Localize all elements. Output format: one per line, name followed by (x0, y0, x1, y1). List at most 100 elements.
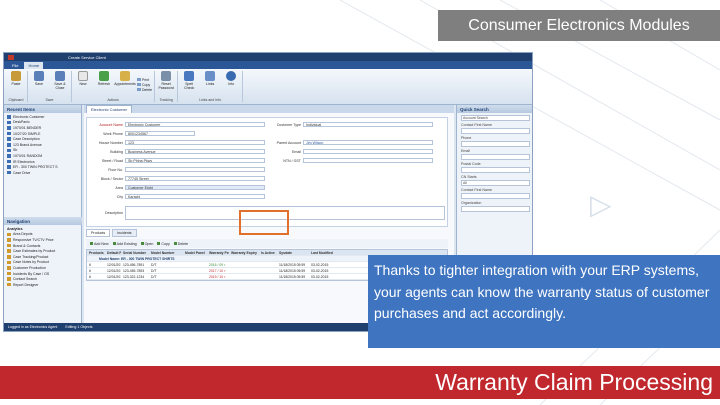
ribbon-group-tracking: Reset Password Tracking (157, 71, 179, 102)
delete-button[interactable]: Delete (174, 242, 188, 246)
search-input[interactable] (461, 128, 530, 134)
building-field[interactable]: Business Avenue (125, 149, 265, 154)
search-input[interactable] (461, 167, 530, 173)
report-icon (7, 266, 11, 270)
table-cell: 11/18/2015 05:59 (279, 262, 306, 267)
column-header[interactable]: Products (87, 251, 105, 255)
column-header[interactable]: Model Panel (183, 251, 207, 255)
recent-item[interactable]: Case Drive (7, 170, 78, 176)
ribbon-group-save: Save Save & Close Save (30, 71, 72, 102)
chevron-right-icon: ▷ (590, 189, 612, 220)
table-cell: 03-02-2015 (311, 268, 329, 273)
print-button[interactable]: Print (137, 78, 152, 82)
report-icon (7, 282, 11, 287)
nav-item[interactable]: Report Designer (7, 282, 79, 288)
work-phone-row: Work Phone 8001234567 (89, 131, 195, 136)
new-button[interactable]: New (74, 71, 92, 98)
record-icon (7, 159, 11, 164)
appointments-button[interactable]: Appointments (114, 71, 136, 98)
open-button[interactable]: Open (141, 242, 154, 246)
copy-button[interactable]: Copy (137, 83, 152, 87)
floor-row: Floor No. (89, 167, 265, 172)
tab-electronic-customer[interactable]: Electronic Customer (86, 105, 133, 113)
customer-type-select[interactable]: Individual (303, 122, 433, 127)
account-name-row: Account Name Electronic Customer (89, 122, 265, 127)
field-label: Work Phone (103, 131, 123, 136)
info-button[interactable]: Info (222, 71, 240, 98)
area-field[interactable]: Customer Eight (125, 185, 265, 190)
delete-button[interactable]: Delete (137, 88, 152, 92)
column-header[interactable]: Sysdate (277, 251, 309, 255)
table-cell: 03-02-2015 (311, 262, 329, 267)
record-icon (7, 126, 11, 130)
search-input[interactable] (461, 141, 530, 147)
callout-box: Thanks to tighter integration with your … (368, 255, 720, 348)
table-cell: D/T (151, 262, 157, 267)
table-cell: 12/01/2015 (107, 262, 121, 267)
field-label: NTN / GST (283, 158, 301, 163)
search-input[interactable] (461, 193, 530, 199)
app-title: Create Service Client (68, 54, 106, 60)
floor-field[interactable] (125, 167, 265, 172)
ribbon-tabs: File Home (4, 61, 532, 69)
document-tabs: Electronic Customer (84, 105, 454, 113)
field-label: Area (115, 185, 123, 190)
save-close-icon (55, 71, 65, 81)
column-header[interactable]: Is Active (259, 251, 277, 255)
record-icon (7, 148, 11, 153)
tab-file[interactable]: File (8, 62, 23, 69)
column-header[interactable]: Warranty Period (207, 251, 229, 255)
products-toolbar: Add New Add Existing Open Copy Delete (86, 239, 448, 248)
add-existing-button[interactable]: Add Existing (113, 242, 137, 246)
column-header[interactable]: Serial Number (121, 251, 149, 255)
table-cell: 123-456-7891 (123, 262, 145, 267)
work-phone-field[interactable]: 8001234567 (125, 131, 195, 136)
column-header[interactable]: Model Number (149, 251, 183, 255)
link-icon (205, 71, 216, 81)
column-header[interactable]: Warranty Expiry (229, 251, 259, 255)
block-field[interactable]: 77745 Street (125, 176, 265, 181)
info-icon (226, 71, 237, 81)
banner-title: Consumer Electronics Modules (438, 10, 720, 41)
reset-password-button[interactable]: Reset Password (157, 71, 175, 98)
links-button[interactable]: Links (201, 71, 219, 98)
save-button[interactable]: Save (30, 71, 48, 98)
field-label: Phone (461, 136, 472, 140)
add-new-button[interactable]: Add New (90, 242, 109, 246)
city-field[interactable]: Karachi (125, 194, 265, 199)
email-field[interactable] (303, 149, 433, 154)
street-field[interactable]: Sb Phina Pkwy (125, 158, 265, 163)
ribbon-group-label: Actions (107, 98, 119, 102)
copy-button[interactable]: Copy (157, 242, 169, 246)
tab-home[interactable]: Home (24, 62, 44, 69)
field-label: City (116, 194, 123, 199)
status-editing: Editing 1 Objects (65, 325, 93, 329)
navigation-header: Navigation (4, 217, 82, 225)
vat-field[interactable] (303, 158, 433, 163)
record-icon (7, 120, 11, 125)
refresh-button[interactable]: Refresh (95, 71, 113, 98)
tab-products[interactable]: Products (86, 229, 111, 237)
column-header[interactable]: Last Modified (309, 251, 339, 255)
record-icon (7, 137, 11, 141)
record-icon (7, 165, 11, 169)
email-row: Email (267, 149, 433, 154)
spell-check-button[interactable]: Spell Check (180, 71, 198, 98)
app-logo-icon (8, 54, 14, 60)
calendar-icon (120, 71, 130, 81)
house-number-field[interactable]: 123 (125, 140, 265, 145)
key-icon (161, 71, 172, 81)
ribbon-group-actions: New Refresh Appointments Print Copy Dele… (74, 71, 156, 102)
ribbon-group-label: Save (45, 98, 54, 102)
paste-button[interactable]: Paste (7, 71, 25, 98)
search-select[interactable]: All (461, 180, 530, 186)
parent-account-link[interactable]: Jim Wilson (303, 140, 433, 145)
tab-incidents[interactable]: Incidents (112, 229, 137, 237)
account-name-field[interactable]: Electronic Customer (125, 122, 265, 127)
search-type-select[interactable]: Account Search (461, 115, 530, 121)
refresh-icon (99, 71, 109, 81)
search-input[interactable] (461, 154, 530, 160)
save-close-button[interactable]: Save & Close (51, 71, 69, 98)
column-header[interactable]: Default Pricing (105, 251, 121, 255)
search-input[interactable] (461, 206, 530, 212)
